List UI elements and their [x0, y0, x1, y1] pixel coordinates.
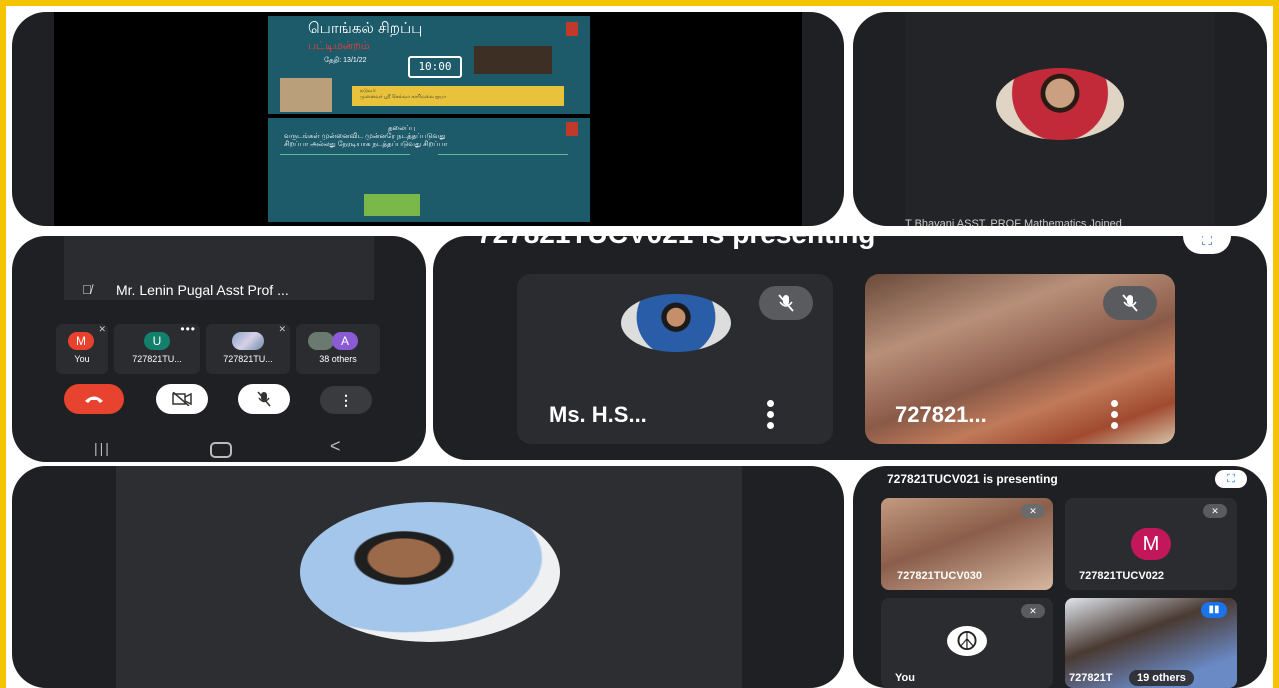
presenting-banner: 727821TUCV021 is presenting — [477, 236, 875, 250]
mic-off-icon: ✕ — [98, 324, 106, 334]
mic-off-icon: ✕ — [1021, 604, 1045, 618]
slide-landscape-image — [364, 194, 420, 216]
participant-avatar-u: U — [144, 332, 170, 350]
grid-tile-name: 727821TUCV030 — [897, 570, 983, 582]
participant-panel-top-right: T Bhavani ASST. PROF Mathematics Joined — [853, 12, 1267, 226]
grid-tile-you[interactable]: ✕ ☮ You — [881, 598, 1053, 688]
slide-share-panel: பொங்கல் சிறப்பு பட்டிமன்றம் தேதி: 13/1/2… — [12, 12, 844, 226]
participant-u[interactable]: U 727821TU... ••• — [114, 322, 200, 374]
participant-avatar-hs — [621, 294, 731, 352]
android-recents-button[interactable]: ||| — [94, 440, 111, 456]
speaker-tile: 🎙̸ Mr. Lenin Pugal Asst Prof ... — [64, 236, 374, 300]
participant-avatar-you: M — [68, 332, 94, 350]
participant-label: You — [74, 354, 90, 364]
slide-clock: 10:00 — [408, 56, 462, 78]
grid-tile-others[interactable]: ▮▮ 727821T 19 others — [1065, 598, 1237, 688]
grid-tile-cv022[interactable]: ✕ M 727821TUCV022 — [1065, 498, 1237, 590]
phone-hangup-icon — [85, 396, 103, 403]
slide-list-right — [438, 154, 568, 193]
grid-tile-name: You — [895, 672, 915, 684]
slide-page-1: பொங்கல் சிறப்பு பட்டிமன்றம் தேதி: 13/1/2… — [268, 16, 590, 114]
grid-tile-cv030[interactable]: ✕ 727821TUCV030 — [881, 498, 1053, 590]
participant-name: 727821... — [895, 402, 987, 427]
slide-list-left — [280, 154, 410, 193]
participant-menu-icon[interactable] — [767, 400, 774, 429]
android-home-button[interactable] — [210, 442, 232, 458]
slide-title: பொங்கல் சிறப்பு — [308, 20, 423, 37]
mic-off-icon: ✕ — [1203, 504, 1227, 518]
slide-red-tab — [566, 22, 578, 36]
mic-off-icon: ✕ — [1021, 504, 1045, 518]
mic-off-icon — [1122, 294, 1138, 312]
grid-tile-name: 727821T — [1069, 672, 1113, 684]
camera-off-icon — [172, 392, 192, 406]
participant-avatar — [300, 502, 560, 642]
meeting-controls-panel: 🎙̸ Mr. Lenin Pugal Asst Prof ... M You ✕… — [12, 236, 426, 462]
slide-subtitle: பட்டிமன்றம் — [308, 40, 370, 52]
participant-tile-video[interactable]: 727821... — [865, 274, 1175, 444]
participant-name: Ms. H.S... — [549, 402, 647, 427]
presenting-banner-small: 727821TUCV021 is presenting — [887, 472, 1058, 486]
others-avatar-a: A — [332, 332, 358, 350]
slide-photo-cameras — [474, 46, 552, 74]
mic-off-icon: ✕ — [278, 324, 286, 334]
slide-red-tab-2 — [566, 122, 578, 136]
mic-off-icon — [778, 294, 794, 312]
participant-label: 727821TU... — [223, 354, 273, 364]
peace-symbol-avatar: ☮ — [947, 626, 987, 656]
others-count-badge[interactable]: 19 others — [1129, 670, 1194, 686]
slide-topic-line2: சிறப்பா அல்லது நேரடியாக நடத்தப்படுவது சி… — [284, 141, 448, 148]
android-back-button[interactable]: < — [330, 436, 341, 457]
mic-off-button — [1103, 286, 1157, 320]
fullscreen-button-small[interactable]: ⛶ — [1215, 470, 1247, 488]
participant-menu-icon[interactable] — [1111, 400, 1118, 429]
participant-others[interactable]: A 38 others — [296, 324, 380, 374]
presenting-grid-panel: 727821TUCV021 is presenting ⛶ ✕ 727821TU… — [853, 466, 1267, 688]
slide-page-2: தலைப்பு வருடங்கள் முன்னைவிட முன்னரே நடத்… — [268, 118, 590, 222]
mic-off-button — [759, 286, 813, 320]
grid-tile-avatar: M — [1131, 528, 1171, 560]
speaking-indicator-icon: ▮▮ — [1201, 602, 1227, 618]
slide-info-box: நடுவர்: முனைவர் ஸ்ரீ செல்வா காரிமலை ஐயா — [352, 86, 564, 106]
grid-tile-name: 727821TUCV022 — [1079, 570, 1165, 582]
presenting-view-panel: 727821TUCV021 is presenting ⛶ Ms. H.S...… — [433, 236, 1267, 460]
camera-toggle-button[interactable] — [156, 384, 208, 414]
mic-off-icon: 🎙̸ — [82, 282, 92, 297]
mic-toggle-button[interactable] — [238, 384, 290, 414]
participant-avatar — [996, 68, 1124, 140]
participant-label: 727821TU... — [132, 354, 182, 364]
participant-you[interactable]: M You ✕ — [56, 324, 108, 374]
others-photo-avatar — [308, 332, 334, 350]
speaker-name: Mr. Lenin Pugal Asst Prof ... — [116, 282, 289, 298]
participant-photo[interactable]: 727821TU... ✕ — [206, 324, 290, 374]
more-options-button[interactable]: ⋮ — [320, 386, 372, 414]
end-call-button[interactable] — [64, 384, 124, 414]
slide-date: தேதி: 13/1/22 — [324, 57, 367, 64]
mic-off-icon — [257, 391, 271, 407]
slide-box-text-1: நடுவர்: — [360, 88, 377, 94]
more-options-icon[interactable]: ••• — [180, 322, 196, 336]
participant-tile-hs[interactable]: Ms. H.S... — [517, 274, 833, 444]
participant-label: 38 others — [319, 354, 357, 364]
participant-photo-avatar — [232, 332, 264, 350]
participant-panel-bottom-left — [12, 466, 844, 688]
join-caption: T Bhavani ASST. PROF Mathematics Joined — [905, 218, 1122, 226]
slide-photo-bull — [280, 78, 332, 112]
fullscreen-button[interactable]: ⛶ — [1183, 236, 1231, 254]
slide-box-text-2: முனைவர் ஸ்ரீ செல்வா காரிமலை ஐயா — [360, 94, 447, 100]
